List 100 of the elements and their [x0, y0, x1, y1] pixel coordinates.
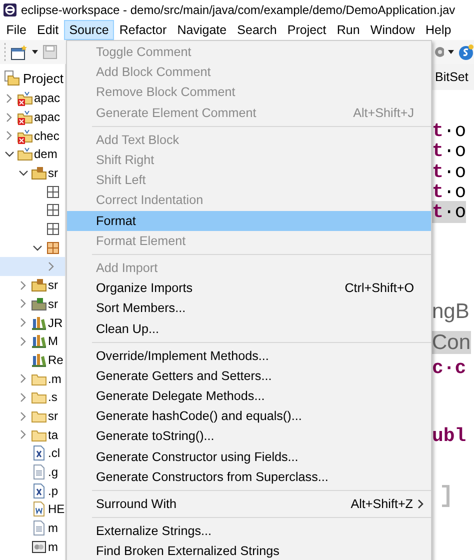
code-text: c·c	[432, 357, 466, 380]
package-icon	[45, 221, 61, 238]
menu-item[interactable]: Override/Implement Methods...	[67, 346, 431, 366]
library-icon	[31, 314, 47, 331]
tree-item[interactable]: Re	[0, 350, 65, 370]
tree-item[interactable]: .cl	[0, 444, 65, 463]
app-icon	[3, 3, 17, 17]
window-title: eclipse-workspace - demo/src/main/java/com/example/demo/DemoApplication.jav	[21, 3, 456, 17]
library-icon	[31, 333, 47, 350]
menu-item[interactable]: Generate Delegate Methods...	[67, 386, 431, 406]
tree-item[interactable]: ta	[0, 425, 65, 444]
panel-title: Project	[23, 70, 64, 86]
menu-item[interactable]: Surround With Alt+Shift+Z	[67, 494, 431, 514]
toolbar-grip	[3, 41, 7, 63]
library-icon	[31, 352, 47, 368]
collapse-chevron-icon[interactable]	[18, 168, 28, 178]
expand-chevron-icon[interactable]	[4, 130, 14, 142]
text-file-icon	[31, 464, 47, 480]
expand-chevron-icon[interactable]	[18, 298, 28, 310]
project-error-icon	[17, 109, 33, 126]
menu-item[interactable]: Sort Members...	[67, 298, 431, 318]
shortcut-text: Alt+Shift+J	[353, 106, 414, 120]
tree-item[interactable]: sr	[0, 276, 65, 295]
menu-bar-item[interactable]: Navigate	[172, 20, 232, 40]
menu-item[interactable]: Externalize Strings...	[67, 521, 431, 542]
xml-file-icon	[31, 482, 47, 499]
menu-item[interactable]: Clean Up...	[67, 318, 431, 339]
menu-bar-item[interactable]: Window	[365, 20, 420, 40]
menu-item[interactable]: Generate Getters and Setters...	[67, 366, 431, 386]
tree-item[interactable]: .m	[0, 369, 65, 388]
code-text: t·o	[432, 120, 466, 142]
menu-bar-item[interactable]: Run	[332, 20, 366, 40]
collapse-chevron-icon[interactable]	[32, 242, 42, 253]
save-icon	[42, 44, 58, 60]
text-file-icon	[31, 520, 47, 536]
tree-item[interactable]: sr	[0, 294, 65, 314]
explorer-icon	[4, 70, 20, 86]
tree-item[interactable]: JR	[0, 313, 65, 332]
expand-chevron-icon[interactable]	[46, 261, 56, 272]
gear-icon	[434, 44, 444, 60]
new-window-icon	[10, 44, 28, 60]
menu-bar-item[interactable]: Source	[64, 20, 114, 40]
code-text: t·o	[432, 180, 466, 203]
tree-item[interactable]: apac	[0, 108, 65, 126]
expand-chevron-icon[interactable]	[18, 373, 28, 384]
tree-item[interactable]: sr	[0, 406, 65, 426]
menu-bar-item[interactable]: Help	[420, 20, 456, 40]
image-file-icon	[31, 538, 47, 555]
tree-item[interactable]: .p	[0, 481, 65, 500]
menu-item[interactable]: Generate toString()...	[67, 426, 431, 447]
menu-bar-item[interactable]: Search	[232, 20, 282, 40]
expand-chevron-icon[interactable]	[18, 280, 28, 291]
menu-item[interactable]: Generate hashCode() and equals()...	[67, 406, 431, 426]
expand-chevron-icon[interactable]	[18, 392, 28, 403]
menu-item[interactable]: Generate Constructor using Fields...	[67, 446, 431, 467]
code-text: t·o	[432, 160, 466, 183]
code-text: Con	[432, 331, 471, 354]
menu-bar-item[interactable]: Refactor	[114, 20, 172, 40]
code-text: t·o	[432, 201, 466, 224]
project-icon	[17, 146, 33, 162]
tree-item[interactable]: m	[0, 518, 65, 538]
code-text: ubl	[432, 424, 466, 447]
project-error-icon	[17, 128, 33, 144]
tree-item[interactable]: apac	[0, 89, 65, 108]
menu-bar-item[interactable]: Edit	[32, 20, 64, 40]
expand-chevron-icon[interactable]	[18, 410, 28, 422]
tree-item[interactable]: m	[0, 538, 65, 556]
menu-item-label: Surround With	[96, 497, 178, 512]
package-icon	[45, 240, 61, 256]
shortcut-text: Alt+Shift+Z	[350, 497, 413, 512]
bracket-icon	[440, 485, 450, 508]
editor-tab[interactable]: BitSet	[432, 64, 474, 90]
menu-item-label: Organize Imports	[96, 281, 194, 296]
expand-chevron-icon[interactable]	[4, 92, 14, 104]
tree-item[interactable]: HE	[0, 500, 65, 519]
collapse-chevron-icon[interactable]	[4, 149, 14, 160]
caret-icon	[31, 48, 39, 56]
source-folder-icon	[31, 296, 47, 312]
menu-item[interactable]: Generate Constructors from Superclass...	[67, 466, 431, 487]
tree-item[interactable]: .s	[0, 388, 65, 407]
tree-item[interactable]: chec	[0, 126, 65, 146]
menu-bar-item[interactable]: Project	[282, 20, 332, 40]
expand-chevron-icon[interactable]	[18, 317, 28, 328]
menu-item[interactable]: Find Broken Externalized Strings	[67, 541, 431, 560]
tree-item[interactable]: dem	[0, 145, 65, 164]
project-error-icon	[17, 90, 33, 106]
source-folder-icon	[31, 165, 47, 182]
expand-chevron-icon[interactable]	[4, 112, 14, 123]
tree-item[interactable]: M	[0, 332, 65, 351]
source-folder-icon	[31, 277, 47, 294]
expand-chevron-icon[interactable]	[18, 336, 28, 347]
code-text: t·o	[432, 140, 466, 162]
menu-item[interactable]: Format	[67, 210, 431, 231]
tree-item[interactable]: sr	[0, 164, 65, 182]
menu-item[interactable]: Organize Imports Ctrl+Shift+O	[67, 278, 431, 298]
package-icon	[45, 202, 61, 218]
expand-chevron-icon[interactable]	[18, 429, 28, 440]
menu-bar-item[interactable]: File	[1, 20, 32, 40]
tree-item[interactable]: .g	[0, 462, 65, 482]
caret-icon	[447, 48, 455, 56]
